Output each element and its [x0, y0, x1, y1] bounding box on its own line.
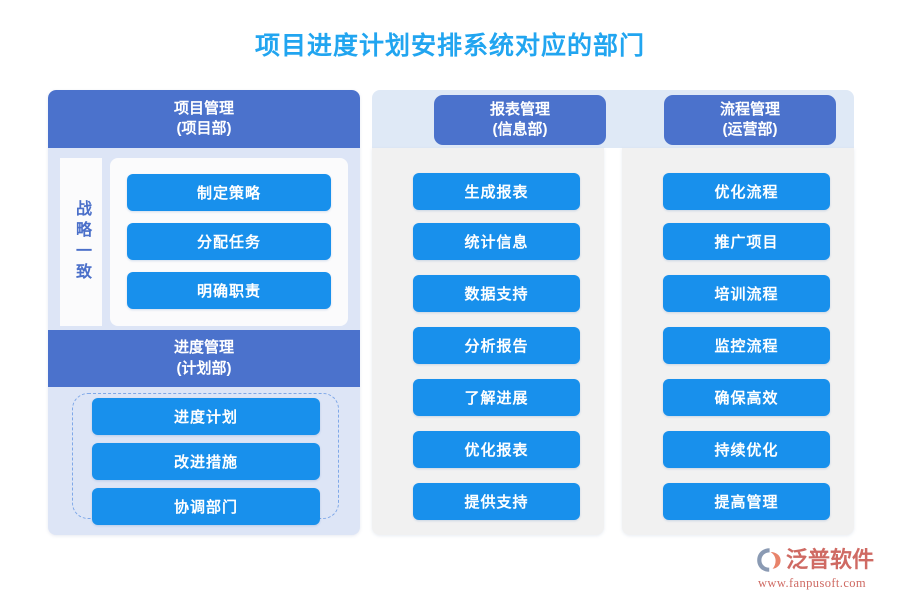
brand-name: 泛普软件 [786, 547, 875, 572]
page-title: 项目进度计划安排系统对应的部门 [254, 32, 645, 60]
list-item[interactable]: 确保高效 [663, 379, 830, 416]
list-item[interactable]: 优化流程 [663, 173, 830, 210]
column-header-line2: (信息部) [492, 121, 548, 138]
list-item[interactable]: 进度计划 [92, 398, 320, 435]
list-item[interactable]: 推广项目 [663, 223, 830, 260]
column-header-process-management: 流程管理 (运营部) [664, 95, 836, 145]
list-item[interactable]: 制定策略 [127, 174, 331, 211]
brand-url: www.fanpusoft.com [758, 576, 867, 590]
column-process-management: 优化流程 推广项目 培训流程 监控流程 确保高效 持续优化 提高管理 [622, 148, 854, 535]
list-item[interactable]: 统计信息 [413, 223, 580, 260]
list-item[interactable]: 了解进展 [413, 379, 580, 416]
fanpu-swoosh-icon [756, 547, 784, 573]
list-item[interactable]: 数据支持 [413, 275, 580, 312]
list-item[interactable]: 监控流程 [663, 327, 830, 364]
column-report-management: 生成报表 统计信息 数据支持 分析报告 了解进展 优化报表 提供支持 [372, 148, 604, 535]
column-header-line1: 报表管理 [489, 100, 550, 118]
list-item[interactable]: 分配任务 [127, 223, 331, 260]
project-management-items: 制定策略 分配任务 明确职责 [110, 158, 348, 326]
list-item[interactable]: 明确职责 [127, 272, 331, 309]
list-item[interactable]: 改进措施 [92, 443, 320, 480]
brand-logo: 泛普软件 www.fanpusoft.com [756, 546, 892, 590]
sub-header-line2: (计划部) [176, 359, 232, 377]
list-item[interactable]: 持续优化 [663, 431, 830, 468]
strategy-alignment-strip: 战略一致 [60, 158, 102, 326]
diagram-board: 项目管理 (项目部) 战略一致 制定策略 分配任务 明确职责 进度管理 (计划部… [48, 90, 854, 535]
strategy-alignment-label: 战略一致 [73, 200, 90, 284]
project-management-content: 战略一致 制定策略 分配任务 明确职责 [60, 158, 348, 326]
column-header-report-management: 报表管理 (信息部) [434, 95, 606, 145]
list-item[interactable]: 提供支持 [413, 483, 580, 520]
column-header-line2: (项目部) [176, 120, 232, 137]
list-item[interactable]: 分析报告 [413, 327, 580, 364]
list-item[interactable]: 提高管理 [663, 483, 830, 520]
column-project-management: 项目管理 (项目部) 战略一致 制定策略 分配任务 明确职责 进度管理 (计划部… [48, 90, 360, 535]
column-header-schedule-management: 进度管理 (计划部) [48, 330, 360, 387]
columns-header-band: 报表管理 (信息部) 流程管理 (运营部) [372, 90, 854, 148]
sub-header-line1: 进度管理 [173, 339, 234, 357]
brand-logo-row: 泛普软件 [756, 546, 892, 574]
list-item[interactable]: 生成报表 [413, 173, 580, 210]
column-header-project-management: 项目管理 (项目部) [48, 90, 360, 148]
column-header-line2: (运营部) [722, 121, 778, 138]
list-item[interactable]: 协调部门 [92, 488, 320, 525]
list-item[interactable]: 培训流程 [663, 275, 830, 312]
column-header-line1: 流程管理 [719, 100, 780, 118]
list-item[interactable]: 优化报表 [413, 431, 580, 468]
column-header-line1: 项目管理 [173, 99, 234, 117]
